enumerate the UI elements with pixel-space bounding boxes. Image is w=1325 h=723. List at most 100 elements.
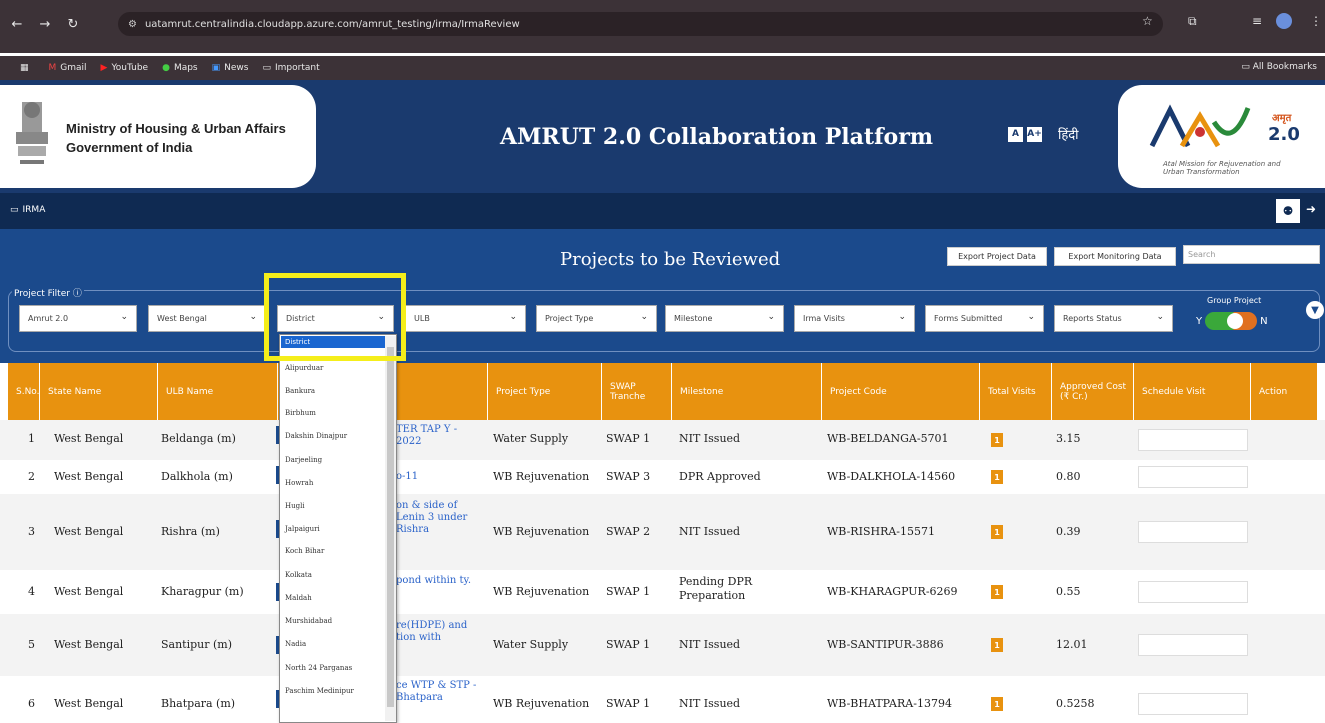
cell-project-link[interactable]: re(HDPE) and tion with [396, 620, 481, 644]
milestone-select[interactable]: Milestone ⌄ [665, 305, 784, 332]
schedule-visit-input[interactable] [1138, 693, 1248, 715]
address-bar[interactable]: ⚙ uatamrut.centralindia.cloudapp.azure.c… [118, 12, 1163, 36]
dropdown-option[interactable]: North 24 Parganas [285, 664, 352, 672]
reload-icon[interactable]: ↻ [62, 13, 84, 35]
visits-badge[interactable]: 1 [991, 433, 1003, 447]
chevron-down-icon: ⌄ [509, 312, 517, 322]
reports-status-select[interactable]: Reports Status ⌄ [1054, 305, 1173, 332]
menu-icon[interactable]: ⋮ [1310, 14, 1322, 28]
logo-tagline: Atal Mission for Rejuvenation and Urban … [1163, 160, 1281, 176]
cell-type: WB Rejuvenation [493, 585, 590, 598]
highlight-box [264, 273, 406, 361]
all-bookmarks[interactable]: ▭ All Bookmarks [1241, 62, 1317, 72]
tab-search-icon[interactable]: ≡ [1252, 14, 1262, 28]
cell-swap: SWAP 1 [606, 432, 651, 445]
dropdown-option[interactable]: Dakshin Dinajpur [285, 432, 347, 440]
cell-project-link[interactable]: TER TAP Y - 2022 [396, 424, 481, 448]
cell-type: WB Rejuvenation [493, 697, 590, 710]
user-icon[interactable]: ⚉ [1276, 199, 1300, 223]
cell-cost: 0.39 [1056, 525, 1081, 538]
scheme-select[interactable]: Amrut 2.0 ⌄ [19, 305, 137, 332]
th-action: Action [1251, 363, 1318, 420]
cell-cost: 0.80 [1056, 470, 1081, 483]
filter-label: Project Filter ⓘ [12, 286, 84, 299]
state-select[interactable]: West Bengal ⌄ [148, 305, 266, 332]
cell-project-link[interactable]: on & side of Lenin 3 under Rishra [396, 500, 484, 536]
visits-badge[interactable]: 1 [991, 697, 1003, 711]
schedule-visit-input[interactable] [1138, 581, 1248, 603]
schedule-visit-input[interactable] [1138, 429, 1248, 451]
profile-avatar[interactable] [1276, 13, 1292, 29]
cell-type: WB Rejuvenation [493, 525, 590, 538]
toggle-switch[interactable] [1205, 312, 1258, 330]
logout-icon[interactable]: ➜ [1306, 202, 1316, 216]
cell-type: Water Supply [493, 638, 569, 651]
site-info-icon[interactable]: ⚙ [128, 19, 137, 30]
export-project-button[interactable]: Export Project Data [947, 247, 1047, 266]
search-input[interactable]: Search [1183, 245, 1320, 264]
th-schedule-visit: Schedule Visit [1134, 363, 1251, 420]
font-increase-button[interactable]: A+ [1027, 126, 1042, 142]
page-title: Projects to be Reviewed [560, 249, 781, 270]
dropdown-option[interactable]: Kolkata [285, 571, 312, 579]
dropdown-option[interactable]: Alipurduar [285, 364, 323, 372]
dropdown-option[interactable]: Murshidabad [285, 617, 332, 625]
select-value: Project Type [545, 314, 594, 323]
forward-icon[interactable]: → [34, 13, 56, 35]
cell-project-link[interactable]: o-11 [396, 471, 481, 483]
ministry-line1: Ministry of Housing & Urban Affairs [66, 121, 286, 136]
dropdown-option[interactable]: Hugli [285, 502, 305, 510]
bookmark-maps[interactable]: ● Maps [162, 63, 198, 73]
dropdown-option[interactable]: Paschim Medinipur [285, 687, 354, 695]
th-approved-cost[interactable]: Approved Cost (₹ Cr.) [1052, 363, 1134, 420]
font-normal-button[interactable]: A [1008, 126, 1023, 142]
select-value: Milestone [674, 314, 713, 323]
select-value: West Bengal [157, 314, 207, 323]
dropdown-option[interactable]: Nadia [285, 640, 306, 648]
irma-visits-select[interactable]: Irma Visits ⌄ [794, 305, 915, 332]
dropdown-option[interactable]: Howrah [285, 479, 313, 487]
nav-irma[interactable]: ▭ IRMA [10, 205, 45, 215]
project-type-select[interactable]: Project Type ⌄ [536, 305, 657, 332]
schedule-visit-input[interactable] [1138, 466, 1248, 488]
dropdown-option[interactable]: Koch Bihar [285, 547, 324, 555]
cell-code: WB-BHATPARA-13794 [827, 697, 952, 710]
dropdown-scroll-thumb[interactable] [387, 347, 394, 707]
schedule-visit-input[interactable] [1138, 521, 1248, 543]
cell-milestone: NIT Issued [679, 697, 741, 710]
group-project-toggle[interactable]: Y N [1196, 312, 1268, 330]
dropdown-option[interactable]: Darjeeling [285, 456, 322, 464]
dropdown-option[interactable]: Maldah [285, 594, 312, 602]
visits-badge[interactable]: 1 [991, 470, 1003, 484]
bookmark-important[interactable]: ▭ Important [262, 63, 319, 73]
extensions-icon[interactable]: ⧉ [1188, 14, 1197, 29]
visits-badge[interactable]: 1 [991, 525, 1003, 539]
ulb-select[interactable]: ULB ⌄ [405, 305, 526, 332]
bookmark-news[interactable]: ▣ News [212, 63, 249, 73]
filter-icon[interactable]: ▼ [1306, 301, 1324, 319]
info-icon[interactable]: ⓘ [73, 289, 82, 299]
dropdown-option[interactable]: Bankura [285, 387, 315, 395]
select-value: Reports Status [1063, 314, 1122, 323]
visits-badge[interactable]: 1 [991, 585, 1003, 599]
cell-project-link[interactable]: pond within ty. [396, 575, 474, 587]
cell-milestone: NIT Issued [679, 638, 741, 651]
chevron-down-icon: ⌄ [640, 312, 648, 322]
back-icon[interactable]: ← [6, 13, 28, 35]
dropdown-option[interactable]: Jalpaiguri [285, 525, 320, 533]
visits-badge[interactable]: 1 [991, 638, 1003, 652]
dropdown-option[interactable]: Birbhum [285, 409, 316, 417]
bookmark-gmail[interactable]: M Gmail [49, 63, 87, 73]
apps-icon[interactable]: ▦ [20, 63, 29, 73]
news-icon: ▣ [211, 63, 221, 73]
nav-irma-label: IRMA [22, 205, 46, 215]
cell-project-link[interactable]: ce WTP & STP - Bhatpara [396, 680, 481, 704]
star-icon[interactable]: ☆ [1142, 14, 1153, 28]
export-monitoring-button[interactable]: Export Monitoring Data [1054, 247, 1176, 266]
hindi-language-link[interactable]: हिंदी [1058, 125, 1079, 143]
forms-submitted-select[interactable]: Forms Submitted ⌄ [925, 305, 1044, 332]
all-bookmarks-label: All Bookmarks [1252, 62, 1317, 72]
schedule-visit-input[interactable] [1138, 634, 1248, 656]
url-text: uatamrut.centralindia.cloudapp.azure.com… [144, 18, 520, 30]
bookmark-youtube[interactable]: ▶ YouTube [101, 63, 149, 73]
